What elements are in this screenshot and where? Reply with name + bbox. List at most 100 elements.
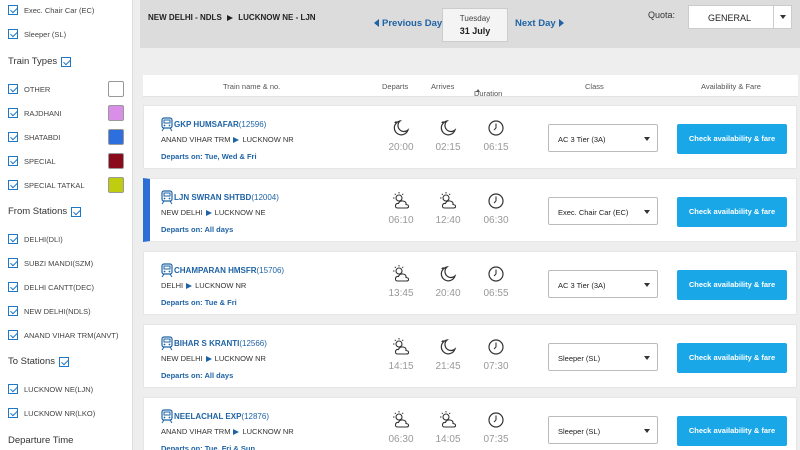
train-icon xyxy=(161,117,173,132)
train-number: (12004) xyxy=(251,193,279,202)
class-select[interactable]: AC 3 Tier (3A) xyxy=(548,270,658,298)
train-name: NEELACHAL EXP xyxy=(174,412,242,421)
running-days: Departs on: Tue, Fri & Sun xyxy=(161,444,256,450)
train-route: ANAND VIHAR TRM LUCKNOW NR xyxy=(161,135,294,144)
running-days: Departs on: All days xyxy=(161,225,234,234)
filter-from-ndls[interactable]: NEW DELHI(NDLS) xyxy=(8,306,91,316)
filter-label: SHATABDI xyxy=(24,132,61,142)
filter-label: OTHER xyxy=(24,84,51,94)
checkbox-icon[interactable] xyxy=(71,206,82,217)
class-value: Sleeper (SL) xyxy=(558,427,601,436)
arrow-right-icon xyxy=(233,137,240,144)
checkbox-icon[interactable] xyxy=(8,29,18,39)
results-table-header: Train name & no. Departs Arrives Duratio… xyxy=(143,75,798,98)
color-swatch-special xyxy=(108,153,124,169)
filter-from-dec[interactable]: DELHI CANTT(DEC) xyxy=(8,282,94,292)
moon-icon xyxy=(391,118,411,138)
checkbox-icon[interactable] xyxy=(8,384,18,394)
train-name: LJN SWRAN SHTBD xyxy=(174,193,252,202)
checkbox-icon[interactable] xyxy=(8,408,18,418)
check-availability-button[interactable]: Check availability & fare xyxy=(677,124,787,154)
journey-duration: 07:35 xyxy=(483,434,509,445)
class-value: Exec. Chair Car (EC) xyxy=(558,208,629,217)
checkbox-icon[interactable] xyxy=(8,282,18,292)
filter-from-dli[interactable]: DELHI(DLI) xyxy=(8,234,63,244)
filter-type-other[interactable]: OTHER xyxy=(8,84,50,94)
filter-type-rajdhani[interactable]: RAJDHANI xyxy=(8,108,62,118)
check-availability-button[interactable]: Check availability & fare xyxy=(677,343,787,373)
arrival-time: 12:40 xyxy=(435,215,461,226)
sun-cloud-icon xyxy=(391,410,411,430)
filter-from-szm[interactable]: SUBZI MANDI(SZM) xyxy=(8,258,93,268)
checkbox-icon[interactable] xyxy=(8,132,18,142)
quota-label: Quota: xyxy=(648,10,676,20)
arrival-time: 20:40 xyxy=(435,288,461,299)
checkbox-icon[interactable] xyxy=(8,5,18,15)
class-value: Sleeper (SL) xyxy=(558,354,601,363)
current-date: Tuesday 31 July xyxy=(442,8,508,42)
route-from: NEW DELHI xyxy=(161,208,203,217)
check-availability-button[interactable]: Check availability & fare xyxy=(677,197,787,227)
filter-to-ljn[interactable]: LUCKNOW NE(LJN) xyxy=(8,384,93,394)
next-day-link[interactable]: Next Day xyxy=(515,18,564,29)
class-select[interactable]: AC 3 Tier (3A) xyxy=(548,124,658,152)
filter-type-special[interactable]: SPECIAL xyxy=(8,156,56,166)
train-name-link[interactable]: CHAMPARAN HMSFR(15706) xyxy=(174,266,284,275)
check-availability-button[interactable]: Check availability & fare xyxy=(677,270,787,300)
checkbox-icon[interactable] xyxy=(8,306,18,316)
section-title: Departure Time xyxy=(8,435,74,446)
filter-label: SUBZI MANDI(SZM) xyxy=(24,258,94,268)
checkbox-icon[interactable] xyxy=(8,84,18,94)
train-card: CHAMPARAN HMSFR(15706) DELHI LUCKNOW NR Dep… xyxy=(143,251,797,315)
section-train-types[interactable]: Train Types xyxy=(8,56,72,67)
filter-label: ANAND VIHAR TRM(ANVT) xyxy=(24,330,119,340)
sun-cloud-icon xyxy=(391,191,411,211)
chevron-down-icon[interactable] xyxy=(773,6,791,28)
train-card: GKP HUMSAFAR(12596) ANAND VIHAR TRM LUCKNO… xyxy=(143,105,797,169)
filter-class-sl[interactable]: Sleeper (SL) xyxy=(8,29,66,39)
checkbox-icon[interactable] xyxy=(8,108,18,118)
checkbox-icon[interactable] xyxy=(8,180,18,190)
check-availability-button[interactable]: Check availability & fare xyxy=(677,416,787,446)
filter-type-special-tatkal[interactable]: SPECIAL TATKAL xyxy=(8,180,85,190)
class-select[interactable]: Sleeper (SL) xyxy=(548,416,658,444)
class-value: AC 3 Tier (3A) xyxy=(558,135,606,144)
train-name-link[interactable]: NEELACHAL EXP(12876) xyxy=(174,412,269,421)
filter-class-ec[interactable]: Exec. Chair Car (EC) xyxy=(8,5,94,15)
arrival-time: 02:15 xyxy=(435,142,461,153)
checkbox-icon[interactable] xyxy=(61,56,72,67)
filter-label: DELHI CANTT(DEC) xyxy=(24,282,95,292)
train-name-link[interactable]: BIHAR S KRANTI(12566) xyxy=(174,339,267,348)
quota-select[interactable]: GENERAL xyxy=(688,5,792,29)
col-arrives: Arrives xyxy=(431,82,455,91)
train-name-link[interactable]: GKP HUMSAFAR(12596) xyxy=(174,120,266,129)
train-name: BIHAR S KRANTI xyxy=(174,339,240,348)
train-number: (12566) xyxy=(239,339,267,348)
arrow-right-icon xyxy=(233,429,240,436)
section-to-stations[interactable]: To Stations xyxy=(8,356,69,367)
checkbox-icon[interactable] xyxy=(8,258,18,268)
checkbox-icon[interactable] xyxy=(59,356,69,367)
checkbox-icon[interactable] xyxy=(8,234,18,244)
class-select[interactable]: Sleeper (SL) xyxy=(548,343,658,371)
train-name-link[interactable]: LJN SWRAN SHTBD(12004) xyxy=(174,193,279,202)
section-from-stations[interactable]: From Stations xyxy=(8,206,82,217)
checkbox-icon[interactable] xyxy=(8,330,18,340)
filter-to-lko[interactable]: LUCKNOW NR(LKO) xyxy=(8,408,95,418)
previous-day-link[interactable]: Previous Day xyxy=(374,18,442,29)
filter-type-shatabdi[interactable]: SHATABDI xyxy=(8,132,60,142)
clock-icon xyxy=(486,191,506,211)
arrow-right-icon xyxy=(205,356,212,363)
class-select[interactable]: Exec. Chair Car (EC) xyxy=(548,197,658,225)
section-title: Train Types xyxy=(8,56,58,67)
departure-time: 14:15 xyxy=(388,361,414,372)
filter-sidebar: Exec. Chair Car (EC) Sleeper (SL) Train … xyxy=(0,0,133,450)
filter-from-anvt[interactable]: ANAND VIHAR TRM(ANVT) xyxy=(8,330,118,340)
color-swatch-shatabdi xyxy=(108,129,124,145)
clock-icon xyxy=(486,337,506,357)
checkbox-icon[interactable] xyxy=(8,156,18,166)
train-number: (15706) xyxy=(256,266,285,275)
train-name: GKP HUMSAFAR xyxy=(174,120,239,129)
section-departure-time[interactable]: Departure Time xyxy=(8,435,73,446)
class-value: AC 3 Tier (3A) xyxy=(558,281,606,290)
